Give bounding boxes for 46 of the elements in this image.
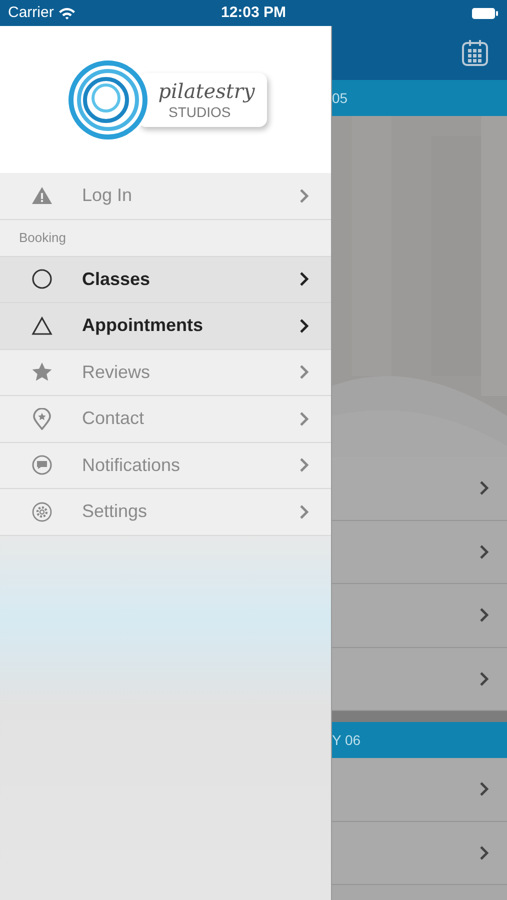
menu-item-label: Log In — [82, 184, 134, 208]
date-label: 05 — [332, 88, 348, 108]
battery-icon — [471, 6, 500, 20]
menu-item-label: Classes — [82, 268, 152, 291]
chevron-icon — [479, 607, 489, 624]
date-label: Y 06 — [332, 730, 361, 750]
chevron-icon — [299, 318, 309, 334]
chevron-icon — [299, 364, 309, 380]
menu-item-label: Reviews — [82, 360, 152, 384]
gear-icon — [31, 500, 53, 523]
menu-item-label: Appointments — [82, 314, 204, 338]
chevron-icon — [479, 844, 489, 861]
chevron-icon — [299, 457, 309, 474]
chevron-icon — [479, 670, 489, 687]
warning-icon — [31, 184, 53, 207]
logo-subtitle: STUDIOS — [168, 104, 231, 118]
logo-wordmark: pilatestry — [158, 80, 255, 100]
menu-item-label: Contact — [82, 407, 146, 430]
schedule-row[interactable] — [332, 648, 507, 711]
chevron-icon — [299, 410, 309, 427]
wifi-icon — [58, 6, 76, 20]
section-header: Booking — [19, 228, 66, 247]
schedule-row[interactable] — [332, 822, 507, 885]
menu-item-label: Settings — [82, 500, 148, 524]
menu-item[interactable]: Contact — [0, 396, 331, 442]
chat-icon — [31, 454, 53, 476]
chevron-icon — [299, 504, 309, 520]
menu-item[interactable]: Appointments — [0, 303, 331, 350]
chevron-icon — [479, 781, 489, 798]
star-icon — [31, 361, 53, 384]
calendar-icon[interactable] — [460, 38, 490, 68]
chevron-icon — [299, 188, 309, 204]
chevron-icon — [479, 480, 489, 496]
chevron-icon — [479, 544, 489, 560]
chevron-icon — [299, 271, 309, 288]
menu-item[interactable]: Reviews — [0, 350, 331, 396]
map-pin-icon — [31, 408, 53, 430]
triangle-icon — [31, 314, 53, 337]
menu-item[interactable]: Classes — [0, 256, 331, 303]
menu-item[interactable]: Settings — [0, 489, 331, 536]
menu-item-label: Notifications — [82, 454, 182, 477]
schedule-row[interactable] — [332, 520, 507, 584]
circle-icon — [31, 268, 53, 290]
menu-item[interactable]: Notifications — [0, 442, 331, 489]
clock-time: 12:03 PM — [220, 2, 286, 23]
carrier-label: Carrier — [8, 2, 54, 23]
